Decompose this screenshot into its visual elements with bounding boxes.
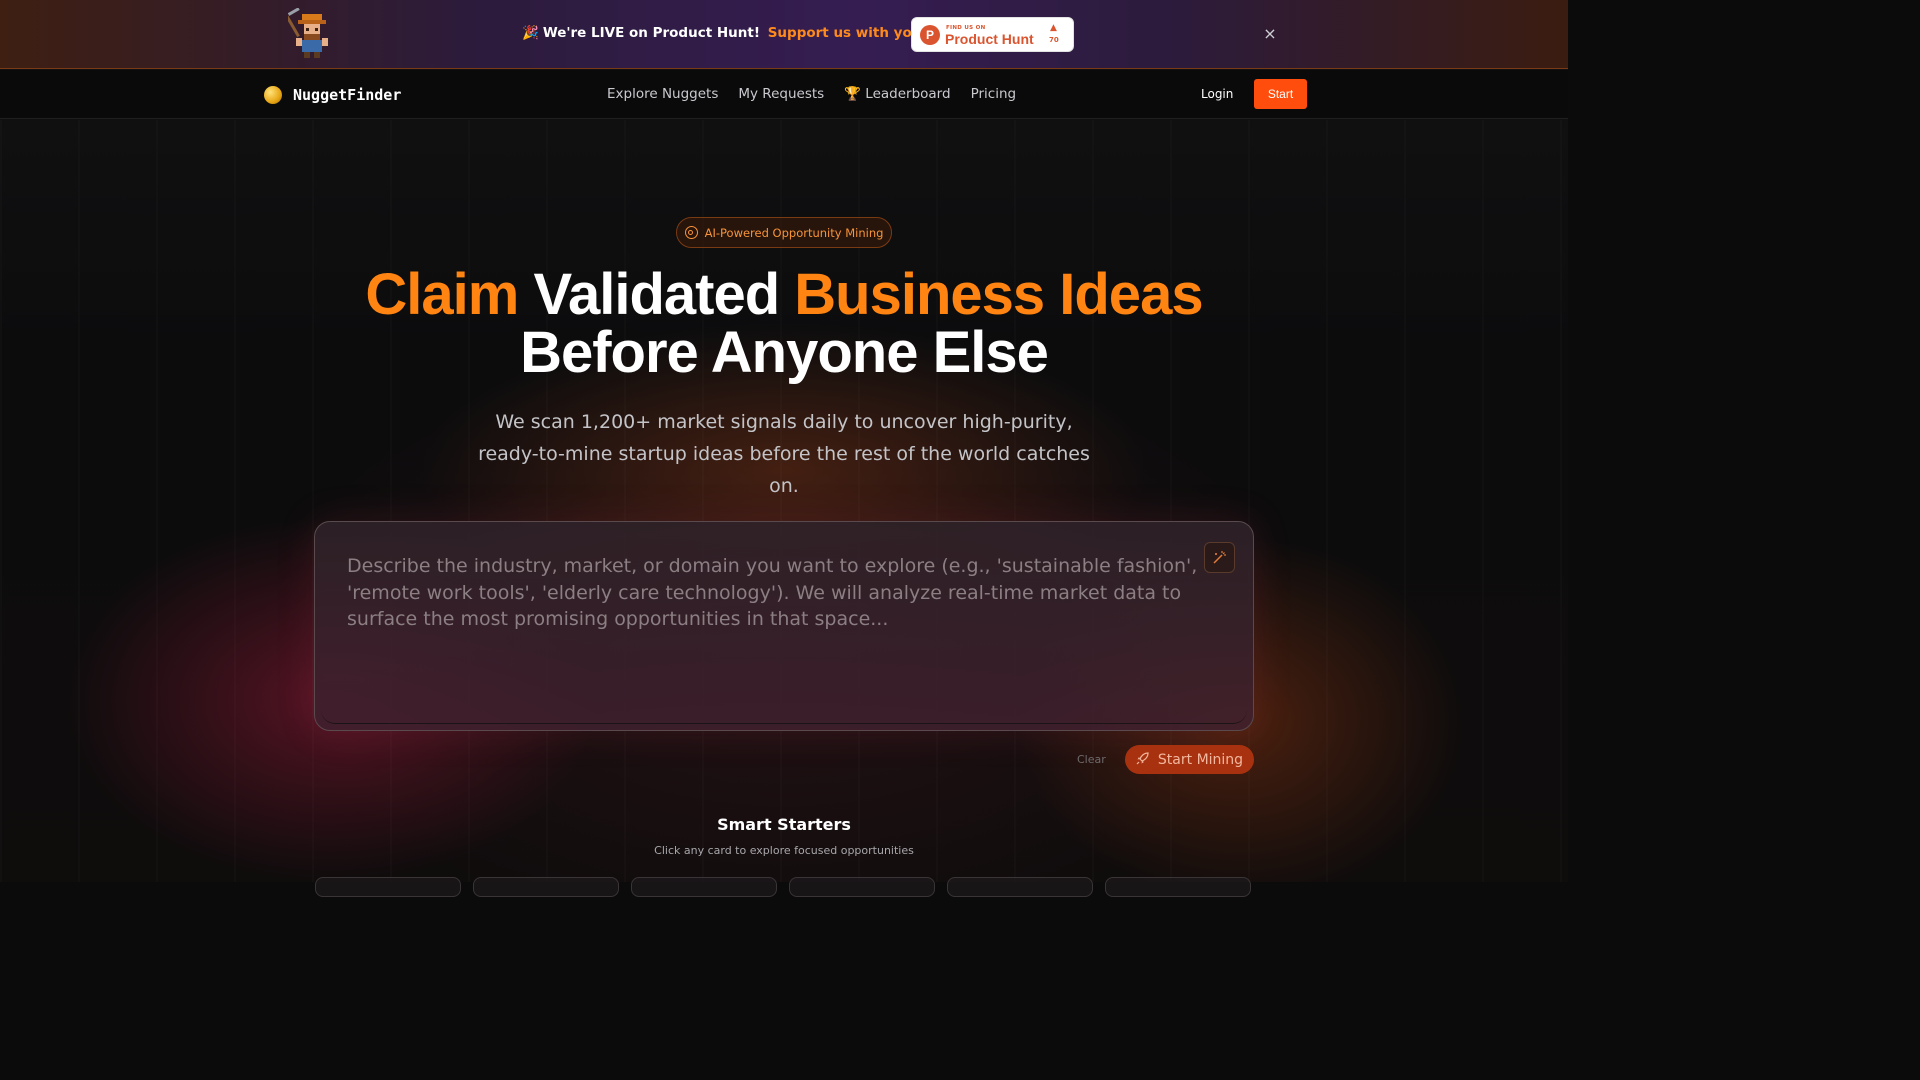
brand-logo-link[interactable]: NuggetFinder — [264, 84, 401, 106]
brand-name: NuggetFinder — [293, 86, 402, 104]
wand-sparkle-icon[interactable] — [1204, 542, 1235, 573]
smart-starter-cards — [315, 877, 1251, 897]
starter-card[interactable] — [315, 877, 461, 897]
nav-link-my-requests[interactable]: My Requests — [738, 86, 824, 102]
smart-starters-subtitle: Click any card to explore focused opport… — [654, 844, 914, 857]
rocket-icon — [1136, 751, 1149, 768]
close-icon[interactable]: × — [1262, 26, 1278, 42]
page-title: Claim Validated Business Ideas Before An… — [0, 266, 1568, 382]
product-hunt-logo-icon: P — [920, 25, 940, 45]
banner-live-text: We're LIVE on Product Hunt! — [542, 25, 760, 41]
nav-link-leaderboard[interactable]: 🏆 Leaderboard — [844, 86, 950, 102]
idea-search-card — [314, 521, 1254, 731]
headline-word-claim: Claim — [365, 262, 519, 327]
start-button[interactable]: Start — [1254, 79, 1307, 109]
ai-powered-badge: AI-Powered Opportunity Mining — [676, 217, 892, 248]
idea-search-textarea[interactable] — [347, 553, 1209, 693]
miner-mascot-icon — [288, 8, 328, 58]
target-icon — [684, 226, 698, 239]
starter-card[interactable] — [631, 877, 777, 897]
login-link[interactable]: Login — [1201, 87, 1233, 101]
starter-card[interactable] — [473, 877, 619, 897]
party-popper-icon: 🎉 — [522, 25, 539, 41]
smart-starters-title: Smart Starters — [717, 815, 851, 834]
gold-nugget-icon — [264, 86, 282, 104]
product-hunt-badge[interactable]: P FIND US ON Product Hunt ▲ 70 — [911, 17, 1074, 52]
badge-label: AI-Powered Opportunity Mining — [704, 225, 884, 240]
start-mining-label: Start Mining — [1157, 751, 1244, 768]
start-mining-button[interactable]: Start Mining — [1125, 745, 1254, 774]
clear-button[interactable]: Clear — [1077, 753, 1106, 766]
top-navigation: NuggetFinder Explore Nuggets My Requests… — [0, 70, 1568, 119]
hero-subheading: We scan 1,200+ market signals daily to u… — [478, 411, 1090, 497]
announcement-banner: 🎉 We're LIVE on Product Hunt! Support us … — [0, 0, 1568, 69]
nav-links: Explore Nuggets My Requests 🏆 Leaderboar… — [607, 86, 1016, 102]
starter-card[interactable] — [1105, 877, 1251, 897]
product-hunt-upvote-count: 70 — [1049, 36, 1059, 44]
headline-word-validated: Validated — [533, 262, 780, 327]
product-hunt-name: Product Hunt — [945, 31, 1034, 47]
headline-line-two: Before Anyone Else — [520, 320, 1049, 385]
headline-business-ideas: Business Ideas — [794, 262, 1203, 327]
starter-card[interactable] — [789, 877, 935, 897]
upvote-arrow-icon: ▲ — [1050, 23, 1057, 33]
nav-link-pricing[interactable]: Pricing — [971, 86, 1017, 102]
starter-card[interactable] — [947, 877, 1093, 897]
nav-link-explore-nuggets[interactable]: Explore Nuggets — [607, 86, 718, 102]
